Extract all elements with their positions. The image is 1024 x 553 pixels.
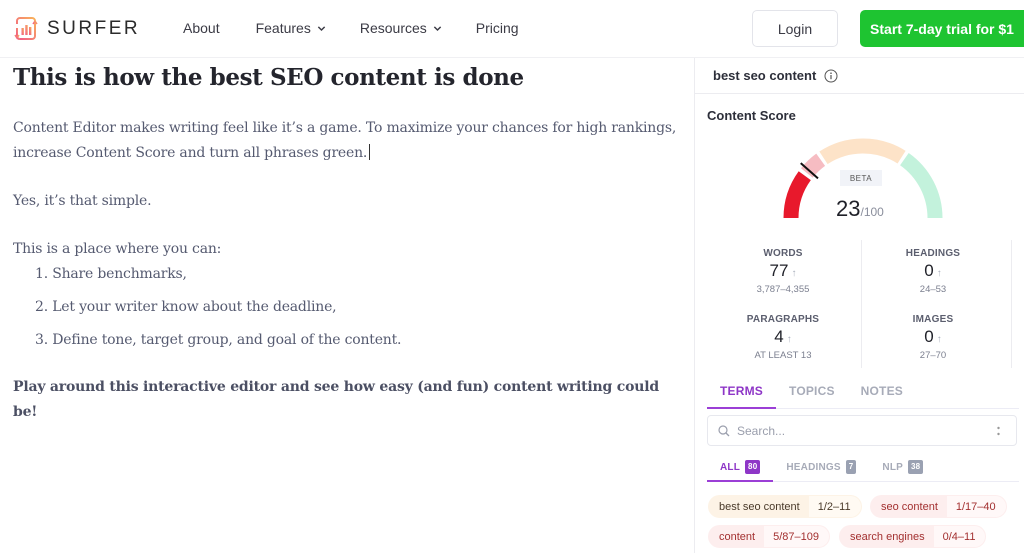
stats-divider [1011,240,1012,368]
brand-name: SURFER [47,18,141,39]
term-count: 5/87–109 [764,526,829,547]
editor-paragraph-intro[interactable]: Content Editor makes writing feel like i… [13,116,683,166]
tab-terms[interactable]: TERMS [707,376,776,409]
filter-tab-nlp[interactable]: NLP 38 [869,454,936,482]
term-name: best seo content [719,500,800,513]
login-button[interactable]: Login [752,10,838,47]
stat-images: IMAGES 0 ↑ 27–70 [873,314,993,361]
content-stats: WORDS 77 ↑ 3,787–4,355 HEADINGS 0 ↑ 24–53 … [695,240,1024,370]
target-keyword: best seo content [713,68,817,83]
stat-value: 77 ↑ [723,261,843,281]
text-cursor [369,144,371,160]
stat-label: IMAGES [912,314,954,325]
term-filter-tabs: ALL 80 HEADINGS 7 NLP 38 [707,454,1019,482]
nav-about[interactable]: About [183,20,220,36]
surfer-logo-icon [14,17,38,40]
intro-text: Content Editor makes writing feel like i… [13,120,677,161]
surfer-logo[interactable]: SURFER [13,16,140,42]
stat-label: PARAGRAPHS [746,314,820,325]
nav-resources-label: Resources [359,20,427,36]
stat-label: HEADINGS [905,248,961,259]
content-score-title: Content Score [707,108,796,123]
terms-search [707,415,1017,446]
filter-tab-headings[interactable]: HEADINGS 7 [773,454,869,482]
stat-label: WORDS [763,248,803,259]
stat-range: 24–53 [919,284,947,295]
nav-resources[interactable]: Resources [360,20,442,36]
search-input[interactable] [737,423,977,438]
stat-number: 4 [774,327,784,346]
stat-range: 27–70 [919,350,947,361]
stat-number: 77 [769,261,789,280]
score-number: 23 [836,196,861,221]
filter-label: ALL [720,462,741,473]
score-max: /100 [860,205,884,219]
list-item[interactable]: 3. Define tone, target group, and goal o… [35,328,683,353]
stat-paragraphs: PARAGRAPHS 4 ↑ AT LEAST 13 [723,314,843,361]
term-name: search engines [850,530,925,543]
search-icon [718,424,730,436]
stat-number: 0 [924,327,934,346]
list-item[interactable]: 1. Share benchmarks, [35,262,683,287]
term-chip[interactable]: seo content 1/17–40 [870,495,1007,518]
nav-pricing-label: Pricing [475,20,519,36]
term-chip[interactable]: search engines 0/4–11 [839,525,987,548]
content-editor[interactable]: This is how the best SEO content is done… [13,62,683,425]
stats-divider [861,240,862,368]
arrow-up-icon: ↑ [936,334,942,345]
editor-paragraph-list-intro[interactable]: This is a place where you can: [13,237,683,262]
top-navigation-bar: SURFER About Features Resources Pricing … [0,0,1024,58]
gauge-segment-good [899,152,943,219]
gauge-segment-medium [819,138,906,165]
info-icon[interactable] [824,69,838,83]
arrow-up-icon: ↑ [936,268,942,279]
nav-pricing[interactable]: Pricing [476,20,519,36]
main-nav: About Features Resources Pricing [183,20,555,36]
seo-side-panel: best seo content Content Score BETA 23/1… [694,58,1024,553]
term-chip[interactable]: content 5/87–109 [708,525,830,548]
filter-label: NLP [882,462,904,473]
beta-badge: BETA [840,170,882,186]
count-badge: 7 [845,460,857,474]
nav-about-label: About [183,20,220,36]
count-badge: 38 [908,460,924,474]
stat-value: 0 ↑ [873,261,993,281]
count-badge: 80 [745,460,761,474]
term-chip[interactable]: best seo content 1/2–11 [708,495,862,518]
term-name: seo content [881,500,938,513]
stat-value: 0 ↑ [873,327,993,347]
nav-features[interactable]: Features [256,20,326,36]
stat-headings: HEADINGS 0 ↑ 24–53 [873,248,993,295]
stat-value: 4 ↑ [723,327,843,347]
stat-range: AT LEAST 13 [754,350,812,361]
content-score-value: 23/100 [836,196,884,222]
term-name: content [719,530,756,543]
term-count: 1/2–11 [808,496,861,517]
start-trial-button[interactable]: Start 7-day trial for $1 [860,10,1024,47]
editor-paragraph-closing[interactable]: Play around this interactive editor and … [13,375,683,425]
editor-title[interactable]: This is how the best SEO content is done [13,62,683,94]
term-count: 0/4–11 [933,526,986,547]
tab-topics[interactable]: TOPICS [776,376,848,409]
nav-features-label: Features [255,20,311,36]
editor-list: 1. Share benchmarks, 2. Let your writer … [35,262,683,353]
editor-paragraph-simple[interactable]: Yes, it’s that simple. [13,189,683,214]
chevron-down-icon [433,25,441,31]
filter-label: HEADINGS [786,462,841,473]
filter-tab-all[interactable]: ALL 80 [707,454,774,482]
stat-number: 0 [924,261,934,280]
list-item[interactable]: 2. Let your writer know about the deadli… [35,295,683,320]
arrow-up-icon: ↑ [791,268,797,279]
stat-words: WORDS 77 ↑ 3,787–4,355 [723,248,843,295]
stat-range: 3,787–4,355 [756,284,810,295]
arrow-up-icon: ↑ [786,334,792,345]
gauge-segment-poor [783,171,811,219]
panel-tabs: TERMS TOPICS NOTES [707,376,1019,409]
tab-notes[interactable]: NOTES [848,376,916,409]
keyword-row: best seo content [695,58,1024,94]
more-options-icon[interactable] [997,425,1000,437]
term-count: 1/17–40 [946,496,1006,517]
chevron-down-icon [317,25,326,31]
